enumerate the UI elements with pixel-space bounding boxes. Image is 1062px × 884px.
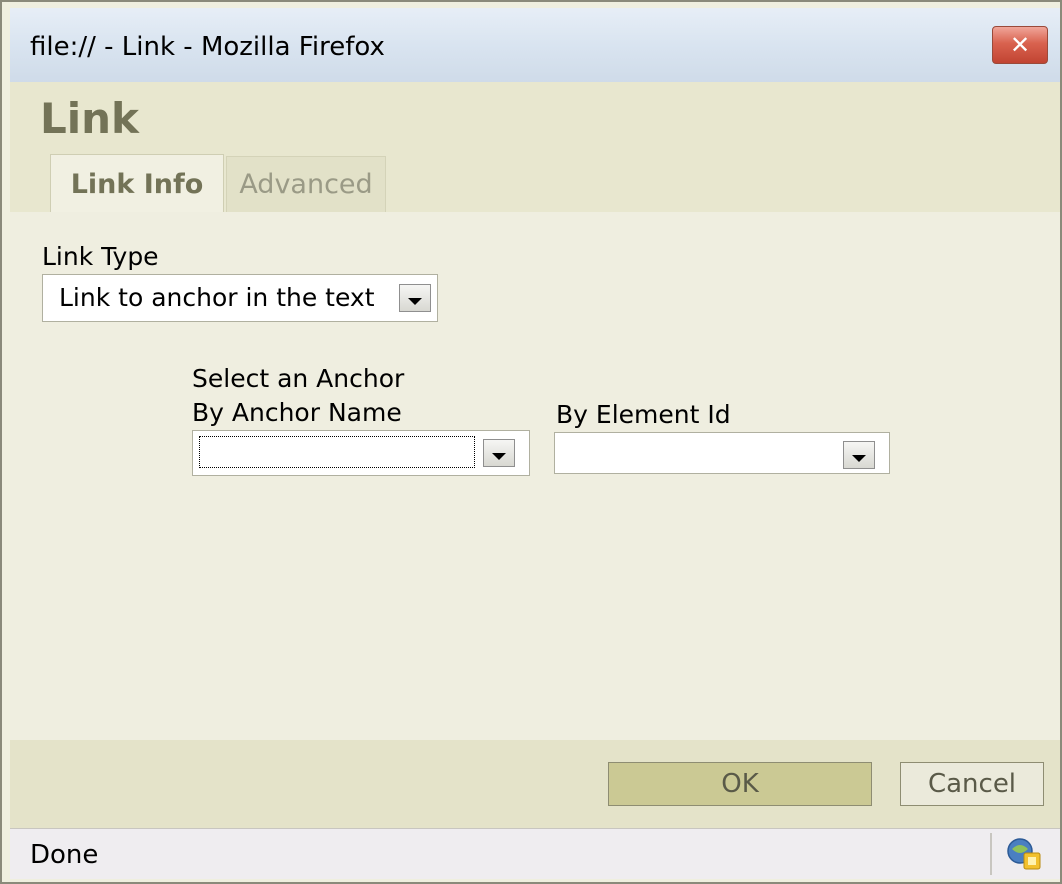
- status-divider: [990, 833, 992, 875]
- chevron-down-icon: [492, 452, 506, 460]
- browser-window: file:// - Link - Mozilla Firefox ✕ Link …: [0, 0, 1062, 884]
- cancel-button[interactable]: Cancel: [900, 762, 1044, 806]
- ok-button[interactable]: OK: [608, 762, 872, 806]
- element-id-dropdown-button[interactable]: [843, 441, 875, 469]
- close-icon: ✕: [1009, 31, 1031, 59]
- dialog-content: Link Type Link to anchor in the text Sel…: [10, 212, 1060, 740]
- chevron-down-icon: [408, 297, 422, 305]
- title-bar[interactable]: file:// - Link - Mozilla Firefox ✕: [10, 8, 1060, 82]
- anchor-name-dropdown-button[interactable]: [483, 439, 515, 467]
- focus-ring: [199, 436, 475, 468]
- anchor-name-select[interactable]: [192, 430, 530, 476]
- close-button[interactable]: ✕: [992, 26, 1048, 64]
- tab-advanced[interactable]: Advanced: [226, 156, 386, 212]
- security-status-icon[interactable]: [1004, 835, 1044, 873]
- link-type-dropdown-button[interactable]: [399, 284, 431, 312]
- tab-link-info[interactable]: Link Info: [50, 154, 224, 214]
- status-bar: Done: [10, 828, 1060, 879]
- status-text: Done: [30, 840, 99, 870]
- dialog-header: Link Link Info Advanced: [10, 82, 1060, 214]
- link-type-select[interactable]: Link to anchor in the text: [42, 274, 438, 322]
- element-id-select[interactable]: [554, 432, 890, 474]
- link-type-value: Link to anchor in the text: [59, 283, 375, 312]
- by-anchor-name-label: By Anchor Name: [192, 398, 402, 427]
- select-anchor-label: Select an Anchor: [192, 364, 405, 393]
- by-element-id-label: By Element Id: [556, 400, 731, 429]
- dialog-title: Link: [40, 94, 139, 143]
- dialog-footer: OK Cancel: [10, 740, 1060, 828]
- chevron-down-icon: [852, 454, 866, 462]
- link-type-label: Link Type: [42, 242, 159, 271]
- window-title: file:// - Link - Mozilla Firefox: [30, 32, 385, 62]
